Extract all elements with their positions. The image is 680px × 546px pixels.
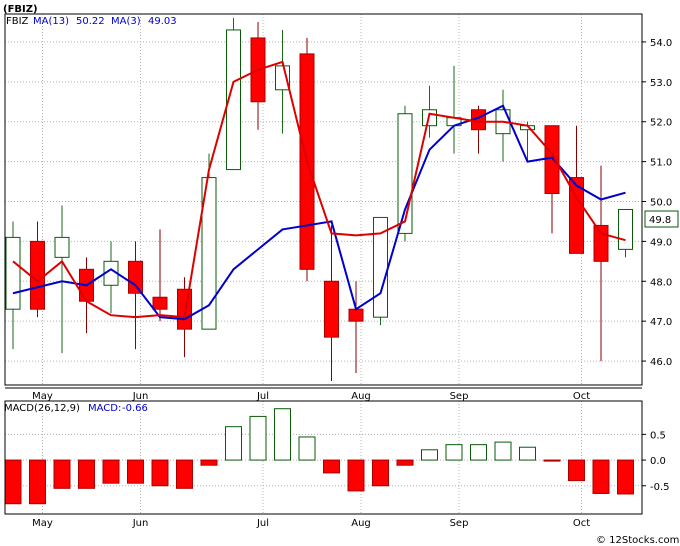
candle-down	[152, 296, 168, 310]
macd-x-tick-label: Sep	[450, 518, 469, 529]
price-y-tick-label: 52.0	[650, 118, 672, 129]
macd-bar-negative	[323, 459, 340, 474]
price-x-tick-label: Oct	[573, 391, 590, 402]
macd-bar-negative	[347, 459, 365, 492]
macd-bar-negative	[592, 459, 610, 494]
candle-down	[30, 240, 45, 310]
legend-ma13-value: 50.22	[76, 16, 105, 27]
macd-bar-positive	[298, 436, 316, 461]
macd-bar-positive	[421, 449, 438, 461]
chart-canvas: 46.0 47.0 48.0 49.0 50.0 51.0 52.0 53.0 54.0 -0.5…	[0, 0, 680, 546]
stock-chart: 46.0 47.0 48.0 49.0 50.0 51.0 52.0 53.0 54.0 -0.5…	[0, 0, 680, 546]
macd-bar-negative	[4, 459, 22, 505]
price-y-tick-label: 47.0	[650, 317, 672, 328]
candle-up	[397, 113, 413, 234]
candle-down	[348, 308, 364, 322]
legend-ma3-label: MA(3)	[111, 16, 141, 27]
last-price-label: 49.8	[649, 215, 671, 226]
price-y-tick-label: 48.0	[650, 277, 672, 288]
candle-down	[128, 260, 143, 294]
candle-down	[324, 280, 339, 338]
price-y-tick-label: 54.0	[650, 38, 672, 49]
macd-x-tick-label: Oct	[573, 518, 590, 529]
macd-bar-positive	[494, 441, 512, 461]
macd-y-tick-label: -0.5	[650, 482, 670, 493]
price-y-tick-label: 53.0	[650, 78, 672, 89]
price-y-tick-label: 50.0	[650, 197, 672, 208]
macd-bar-negative	[53, 459, 71, 489]
candle-up	[54, 236, 70, 258]
price-y-tick-label: 46.0	[650, 357, 672, 368]
macd-bar-positive	[445, 444, 463, 461]
macd-bar-negative	[29, 459, 46, 505]
macd-bar-negative	[200, 459, 218, 466]
price-x-tick-label: Sep	[450, 391, 469, 402]
candle-down	[177, 288, 192, 330]
macd-bar-negative	[543, 459, 561, 462]
price-x-tick-label: Aug	[351, 391, 371, 402]
macd-x-tick-label: Jul	[256, 518, 269, 529]
macd-x-tick-label: May	[32, 518, 53, 529]
candle-up	[618, 208, 633, 250]
macd-bar-negative	[568, 459, 585, 482]
price-y-tick-label: 51.0	[650, 158, 672, 169]
price-x-tick-label: Jul	[256, 391, 269, 402]
macd-bar-positive	[274, 408, 291, 461]
macd-bar-negative	[617, 459, 634, 495]
price-x-tick-label: May	[32, 391, 53, 402]
macd-legend-label: MACD(26,12,9)	[4, 403, 80, 414]
price-x-tick-label: Jun	[132, 391, 149, 402]
macd-bar-positive	[225, 426, 242, 461]
macd-y-tick-label: 0.5	[650, 430, 666, 441]
macd-legend-macd-value: -0.66	[122, 403, 148, 414]
macd-y-tick-label: 0.0	[650, 456, 666, 467]
candle-down	[593, 224, 609, 262]
candle-down	[544, 125, 560, 195]
macd-bar-negative	[396, 459, 414, 466]
macd-x-tick-label: Aug	[351, 518, 371, 529]
macd-bar-negative	[151, 459, 169, 487]
macd-bar-negative	[372, 459, 389, 487]
macd-bar-positive	[470, 444, 487, 461]
macd-bar-negative	[127, 459, 144, 484]
legend-ma3-value: 49.03	[148, 16, 177, 27]
chart-title: (FBIZ)	[3, 4, 38, 15]
macd-bar-negative	[102, 459, 120, 484]
macd-bar-positive	[249, 415, 267, 461]
legend-ticker: FBIZ	[6, 16, 29, 27]
macd-bar-negative	[78, 459, 95, 489]
macd-legend-macd-label: MACD:	[88, 403, 121, 414]
macd-bar-positive	[519, 446, 536, 461]
macd-bar-negative	[176, 459, 193, 489]
legend-ma13-label: MA(13)	[33, 16, 69, 27]
price-y-tick-label: 49.0	[650, 237, 672, 248]
macd-x-tick-label: Jun	[132, 518, 149, 529]
watermark: © 12Stocks.com	[596, 535, 679, 546]
candle-up	[5, 236, 21, 310]
